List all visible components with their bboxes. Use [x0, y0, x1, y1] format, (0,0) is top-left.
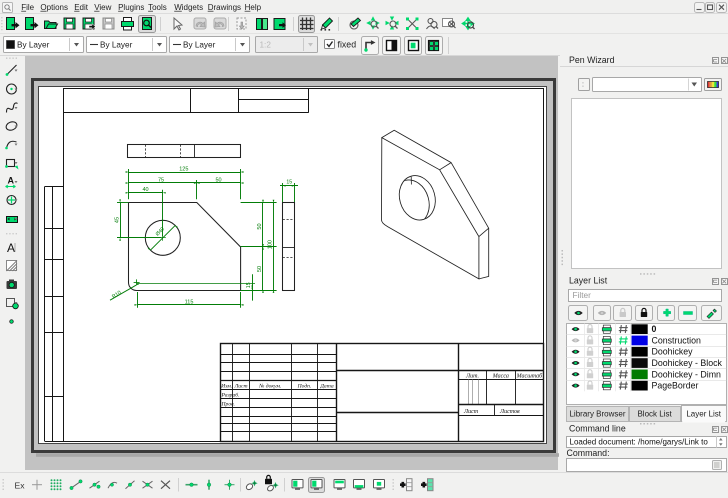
svg-text::: : — [582, 82, 584, 89]
svg-text:Лист: Лист — [463, 409, 479, 415]
svg-text:15: 15 — [286, 180, 292, 186]
svg-text:Edit: Edit — [74, 3, 89, 12]
svg-text:Help: Help — [245, 3, 262, 12]
svg-text:Пров.: Пров. — [221, 402, 235, 408]
svg-text:A: A — [8, 176, 15, 186]
svg-text:1:2: 1:2 — [260, 41, 272, 50]
svg-text:Command line: Command line — [569, 424, 626, 434]
svg-text:File: File — [21, 3, 34, 12]
svg-text:PageBorder: PageBorder — [652, 381, 699, 391]
svg-text:Doohickey: Doohickey — [652, 347, 694, 357]
svg-text:Doohickey - Dimn: Doohickey - Dimn — [652, 369, 722, 379]
svg-text:View: View — [94, 3, 111, 12]
svg-text:Filter: Filter — [573, 290, 592, 300]
svg-text:Tools: Tools — [148, 3, 167, 12]
svg-text:Лист: Лист — [233, 384, 247, 390]
svg-text:Подп.: Подп. — [297, 383, 312, 390]
svg-text:Block List: Block List — [637, 409, 672, 418]
svg-text:75: 75 — [158, 177, 164, 183]
svg-text:0: 0 — [652, 324, 657, 334]
svg-text:Options: Options — [40, 3, 68, 12]
svg-text:Doohickey - Block: Doohickey - Block — [652, 358, 723, 368]
svg-text:A: A — [7, 241, 15, 255]
svg-text:By Layer: By Layer — [100, 41, 133, 50]
svg-text:Листов: Листов — [499, 409, 520, 415]
svg-text:100: 100 — [268, 240, 274, 249]
svg-text:Разраб.: Разраб. — [221, 392, 240, 399]
svg-text:Дата: Дата — [319, 384, 333, 390]
svg-text:№ докум.: № докум. — [258, 383, 281, 390]
svg-text:125: 125 — [179, 166, 188, 172]
svg-text:Loaded document: /home/garys/L: Loaded document: /home/garys/Link to — [570, 438, 709, 447]
svg-text:40: 40 — [142, 187, 148, 193]
svg-text:Construction: Construction — [652, 335, 701, 345]
svg-text:50: 50 — [257, 266, 263, 272]
svg-text:Library Browser: Library Browser — [569, 409, 625, 418]
svg-text:Масштаб: Масштаб — [516, 373, 544, 380]
svg-text:By Layer: By Layer — [17, 41, 50, 50]
svg-text:Widgets: Widgets — [174, 3, 203, 12]
svg-text:Layer List: Layer List — [569, 276, 608, 286]
svg-text:By Layer: By Layer — [183, 41, 216, 50]
svg-text:Drawings: Drawings — [208, 3, 241, 12]
svg-text:Pen Wizard: Pen Wizard — [569, 55, 615, 65]
svg-text:Ex: Ex — [15, 480, 26, 490]
svg-text:45: 45 — [114, 217, 120, 223]
svg-text:115: 115 — [185, 299, 194, 305]
svg-text:Command:: Command: — [567, 448, 610, 458]
svg-text:Layer List: Layer List — [686, 409, 721, 418]
svg-text:50: 50 — [215, 177, 221, 183]
svg-text:Лит.: Лит. — [465, 374, 479, 380]
svg-text:Изм.: Изм. — [220, 384, 232, 390]
svg-text:50: 50 — [257, 223, 263, 229]
svg-text:fixed: fixed — [338, 40, 357, 50]
svg-text:Plugins: Plugins — [118, 3, 144, 12]
svg-text:Масса: Масса — [492, 374, 509, 380]
